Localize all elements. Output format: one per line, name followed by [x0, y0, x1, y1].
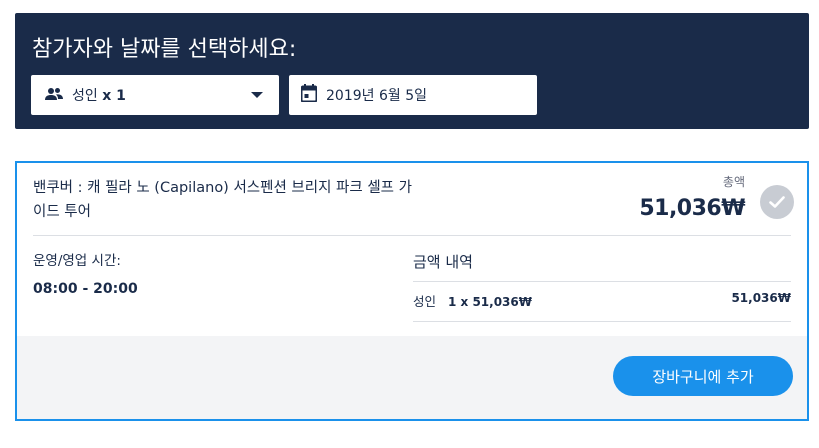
breakdown-label: 성인: [413, 294, 437, 309]
hours-label: 운영/영업 시간:: [33, 253, 121, 269]
participants-value: 성인 x 1: [72, 85, 126, 105]
check-icon: [760, 185, 794, 219]
chevron-down-icon: [251, 92, 263, 98]
participants-count: x 1: [102, 88, 126, 104]
hours-value: 08:00 - 20:00: [33, 281, 138, 297]
participants-label: 성인: [72, 88, 98, 104]
breakdown-qty: 1 x 51,036₩: [448, 295, 532, 309]
offer-card: 밴쿠버 : 캐 필라 노 (Capilano) 서스펜션 브리지 파크 셀프 가…: [15, 161, 809, 421]
divider: [413, 281, 791, 282]
breakdown-amount: 51,036₩: [731, 291, 791, 305]
total-label: 총액: [722, 175, 745, 189]
offer-title: 밴쿠버 : 캐 필라 노 (Capilano) 서스펜션 브리지 파크 셀프 가…: [33, 180, 412, 220]
users-icon: [45, 86, 63, 105]
divider: [33, 235, 791, 236]
divider: [413, 321, 791, 322]
date-picker[interactable]: 2019년 6월 5일: [289, 75, 537, 115]
card-footer: 장바구니에 추가: [17, 336, 807, 419]
add-to-cart-button[interactable]: 장바구니에 추가: [613, 356, 793, 396]
participants-dropdown[interactable]: 성인 x 1: [31, 75, 279, 115]
participants-date-selector: 참가자와 날짜를 선택하세요: 성인 x 1 2019년 6월 5일: [15, 13, 809, 129]
selector-title: 참가자와 날짜를 선택하세요:: [32, 37, 297, 62]
total-price: 51,036₩: [639, 196, 745, 221]
price-breakdown-title: 금액 내역: [413, 253, 473, 271]
date-value: 2019년 6월 5일: [326, 88, 427, 104]
calendar-icon: [300, 84, 318, 106]
price-breakdown-row: 성인 1 x 51,036₩ 51,036₩: [413, 291, 791, 310]
